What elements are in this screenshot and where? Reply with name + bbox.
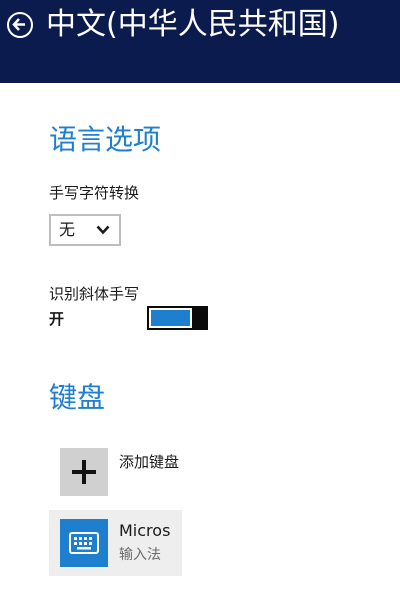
toggle-track — [149, 308, 192, 328]
plus-icon — [72, 460, 96, 484]
toggle-state-text: 开 — [49, 310, 65, 328]
add-keyboard-label[interactable]: 添加键盘 — [119, 452, 179, 472]
chevron-down-icon — [96, 225, 110, 235]
add-keyboard-button[interactable] — [60, 448, 108, 496]
toggle-thumb[interactable] — [194, 306, 207, 330]
language-options-heading: 语言选项 — [49, 123, 162, 156]
page-title: 中文(中华人民共和国) — [46, 7, 340, 42]
italic-handwriting-toggle[interactable] — [147, 306, 208, 330]
handwriting-conversion-label: 手写字符转换 — [49, 184, 140, 202]
handwriting-conversion-select[interactable]: 无 — [49, 214, 121, 246]
keyboard-icon — [69, 532, 99, 554]
keyboard-heading: 键盘 — [49, 381, 106, 414]
keyboard-name: Micros — [119, 521, 171, 540]
back-arrow-circle-icon[interactable] — [7, 12, 33, 38]
header-bar: 中文(中华人民共和国) — [0, 0, 400, 83]
select-value: 无 — [59, 220, 76, 239]
keyboard-list-item[interactable]: Micros 输入法 — [49, 510, 182, 576]
keyboard-subtitle: 输入法 — [119, 547, 161, 563]
keyboard-tile — [60, 519, 108, 567]
italic-handwriting-label: 识别斜体手写 — [49, 285, 140, 303]
